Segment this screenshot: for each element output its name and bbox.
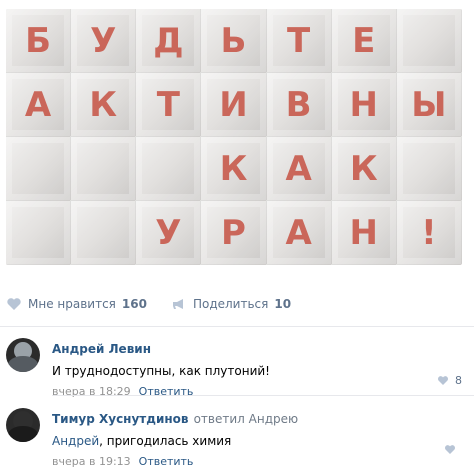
- painted-letter: К: [349, 148, 378, 189]
- wall-tile: К: [331, 137, 397, 201]
- wall-tile: А: [266, 201, 332, 265]
- comment-like-button[interactable]: 8: [437, 374, 462, 387]
- painted-letter: А: [285, 212, 312, 253]
- mention-link[interactable]: Андрей: [52, 434, 99, 448]
- wall-tile: Т: [136, 73, 202, 137]
- avatar[interactable]: [6, 338, 40, 372]
- megaphone-icon: [171, 297, 187, 311]
- share-label: Поделиться: [192, 297, 269, 311]
- post-photo[interactable]: Б У Д Ь Т Е А К Т И В Н Ы К А К У Р А Н!: [6, 9, 462, 265]
- comment-author[interactable]: Андрей Левин: [52, 342, 151, 356]
- comment-text: Андрей, пригодилась химия: [52, 433, 468, 449]
- wall-tile: Д: [136, 9, 202, 73]
- wall-tile: К: [71, 73, 137, 137]
- painted-letter: К: [89, 84, 118, 125]
- painted-letter: И: [219, 84, 248, 125]
- wall-tile: Е: [331, 9, 397, 73]
- painted-letter: Р: [221, 212, 246, 253]
- wall-tile: [6, 201, 72, 265]
- divider: [52, 395, 474, 396]
- wall-tile: К: [201, 137, 267, 201]
- wall-tile: У: [136, 201, 202, 265]
- painted-letter: В: [285, 84, 312, 125]
- painted-letter: Н: [349, 84, 378, 125]
- wall-tile: Н: [331, 73, 397, 137]
- heart-icon: [6, 297, 22, 311]
- wall-tile: И: [201, 73, 267, 137]
- painted-letter: !: [421, 212, 437, 253]
- comment-text: И труднодоступны, как плутоний!: [52, 364, 270, 378]
- wall-tile: Б: [6, 9, 72, 73]
- painted-letter: Д: [153, 20, 184, 61]
- wall-tile: [6, 137, 72, 201]
- wall-tile: Ь: [201, 9, 267, 73]
- reply-link[interactable]: Ответить: [139, 455, 194, 468]
- wall-tile: У: [71, 9, 137, 73]
- like-label: Мне нравится: [28, 297, 116, 311]
- wall-tile: Р: [201, 201, 267, 265]
- wall-tile: Т: [266, 9, 332, 73]
- painted-letter: Т: [156, 84, 180, 125]
- painted-letter: Т: [287, 20, 311, 61]
- comment-item: Андрей Левин И труднодоступны, как плуто…: [6, 328, 468, 398]
- avatar[interactable]: [6, 408, 40, 442]
- wall-tile: [396, 9, 462, 73]
- painted-letter: Ь: [220, 20, 247, 61]
- comment-meta: вчера в 18:29 Ответить: [52, 385, 468, 398]
- comment-time[interactable]: вчера в 18:29: [52, 385, 131, 398]
- reply-link[interactable]: Ответить: [139, 385, 194, 398]
- painted-letter: А: [24, 84, 52, 125]
- painted-letter: У: [155, 212, 182, 253]
- wall-tile: !: [396, 201, 462, 265]
- comment-meta: вчера в 19:13 Ответить: [52, 455, 468, 468]
- painted-letter: Н: [349, 212, 378, 253]
- post-actions: Мне нравится 160 Поделиться 10: [6, 290, 468, 318]
- like-count: 160: [121, 297, 147, 311]
- wall-tile: В: [266, 73, 332, 137]
- comment-like-count: 8: [455, 374, 462, 387]
- wall-tile: [71, 201, 137, 265]
- wall-tile: [136, 137, 202, 201]
- painted-letter: Е: [352, 20, 376, 61]
- comment-text-rest: , пригодилась химия: [99, 434, 232, 448]
- painted-letter: К: [219, 148, 248, 189]
- painted-letter: А: [285, 148, 312, 189]
- share-count: 10: [274, 297, 292, 311]
- wall-tile: Ы: [396, 73, 462, 137]
- comment-like-button[interactable]: [444, 444, 462, 455]
- wall-tile: [71, 137, 137, 201]
- reply-to[interactable]: ответил Андрею: [194, 412, 299, 426]
- painted-letter: Ы: [411, 84, 447, 125]
- comment-time[interactable]: вчера в 19:13: [52, 455, 131, 468]
- heart-icon: [437, 375, 449, 386]
- tile-grid: Б У Д Ь Т Е А К Т И В Н Ы К А К У Р А Н!: [6, 9, 462, 265]
- comment-item: Тимур Хуснутдинов ответил Андрею Андрей,…: [6, 398, 468, 468]
- wall-tile: Н: [331, 201, 397, 265]
- heart-icon: [444, 444, 456, 455]
- painted-letter: У: [90, 20, 117, 61]
- wall-tile: [396, 137, 462, 201]
- wall-tile: А: [266, 137, 332, 201]
- share-button[interactable]: Поделиться 10: [171, 297, 291, 311]
- divider: [0, 326, 474, 327]
- wall-tile: А: [6, 73, 72, 137]
- comment-author[interactable]: Тимур Хуснутдинов: [52, 412, 188, 426]
- like-button[interactable]: Мне нравится 160: [6, 297, 147, 311]
- painted-letter: Б: [25, 20, 52, 61]
